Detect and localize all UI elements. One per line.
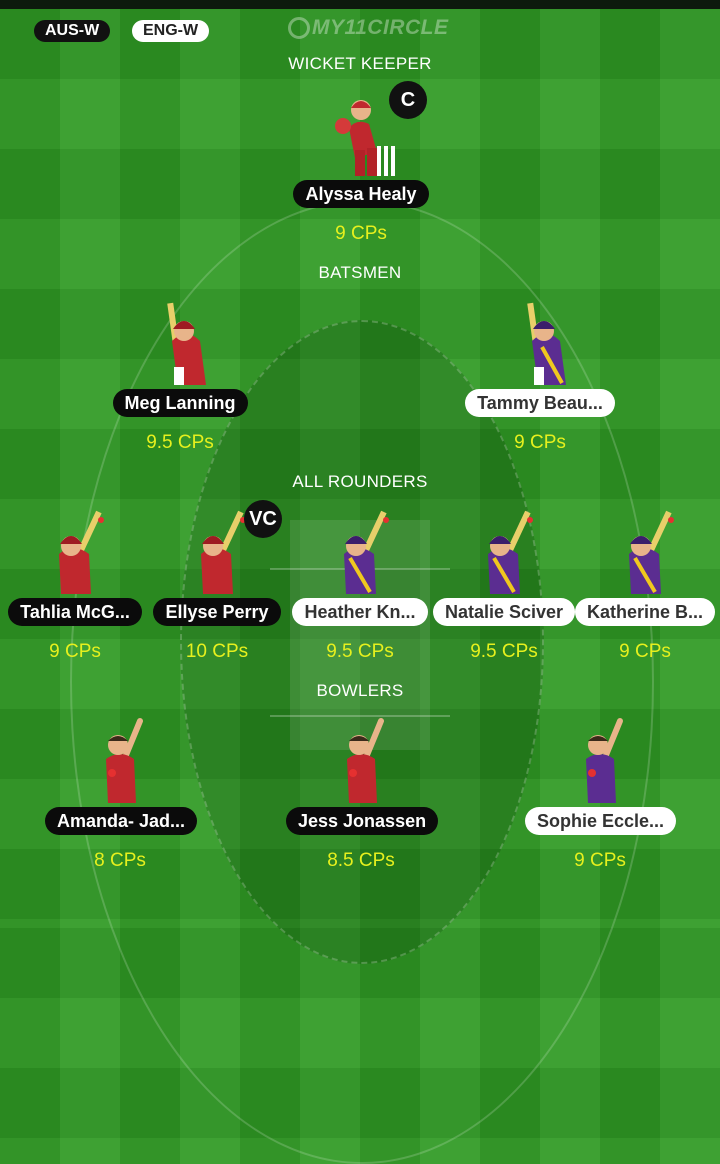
allrounder-icon	[344, 510, 389, 594]
player-credits: 9 CPs	[49, 641, 101, 662]
player-card-ar3[interactable]: Heather Kn... 9.5 CPs	[285, 506, 435, 663]
player-name: Heather Kn...	[292, 598, 428, 626]
section-title-bowlers: BOWLERS	[316, 681, 404, 700]
player-card-ar5[interactable]: Katherine B... 9 CPs	[570, 506, 720, 663]
player-credits: 9.5 CPs	[470, 641, 538, 662]
bowler-icon	[586, 718, 623, 803]
allrounder-icon	[59, 510, 104, 594]
player-name: Meg Lanning	[112, 389, 248, 417]
player-name: Amanda- Jad...	[45, 807, 198, 835]
allrounder-icon	[488, 510, 533, 594]
player-credits: 9 CPs	[514, 432, 566, 453]
player-name: Ellyse Perry	[153, 598, 281, 626]
player-credits: 9 CPs	[574, 850, 626, 871]
player-card-bat2[interactable]: Tammy Beau... 9 CPs	[465, 297, 615, 454]
bowler-icon	[106, 718, 143, 803]
team-tag-home: AUS-W	[34, 20, 111, 42]
player-card-bowl3[interactable]: Sophie Eccle... 9 CPs	[525, 715, 677, 872]
player-credits: 8.5 CPs	[327, 850, 395, 871]
player-credits: 9 CPs	[619, 641, 671, 662]
logo-text: MY11CIRCLE	[312, 16, 449, 39]
player-card-bat1[interactable]: Meg Lanning 9.5 CPs	[105, 297, 255, 454]
logo-ring-icon	[288, 17, 310, 40]
section-title-batsmen: BATSMEN	[318, 263, 402, 282]
player-name: Katherine B...	[574, 598, 716, 626]
app-logo: MY11CIRCLE	[288, 16, 448, 40]
player-name: Tammy Beau...	[465, 389, 615, 417]
player-credits: 10 CPs	[185, 641, 249, 662]
player-credits: 9.5 CPs	[146, 432, 214, 453]
player-card-bowl2[interactable]: Jess Jonassen 8.5 CPs	[286, 715, 439, 872]
player-name: Natalie Sciver	[432, 598, 576, 626]
player-card-ar4[interactable]: Natalie Sciver 9.5 CPs	[429, 506, 579, 663]
player-credits: 9.5 CPs	[326, 641, 394, 662]
top-status-bar	[0, 0, 720, 9]
player-name: Tahlia McG...	[8, 598, 142, 626]
player-credits: 8 CPs	[94, 850, 146, 871]
player-name: Jess Jonassen	[286, 807, 439, 835]
player-card-ar1[interactable]: Tahlia McG... 9 CPs	[0, 506, 150, 663]
captain-badge: C	[389, 81, 427, 119]
vice-captain-badge: VC	[244, 500, 282, 538]
allrounder-icon	[629, 510, 674, 594]
section-title-wicket-keeper: WICKET KEEPER	[288, 54, 432, 73]
player-card-bowl1[interactable]: Amanda- Jad... 8 CPs	[45, 715, 198, 872]
player-name: Sophie Eccle...	[525, 807, 677, 835]
batsman-icon	[527, 302, 566, 385]
team-tag-away: ENG-W	[132, 20, 210, 42]
player-credits: 9 CPs	[335, 223, 387, 244]
batsman-icon	[167, 302, 206, 385]
section-title-all-rounders: ALL ROUNDERS	[292, 472, 428, 491]
player-name: Alyssa Healy	[293, 180, 429, 208]
bowler-icon	[347, 718, 384, 803]
